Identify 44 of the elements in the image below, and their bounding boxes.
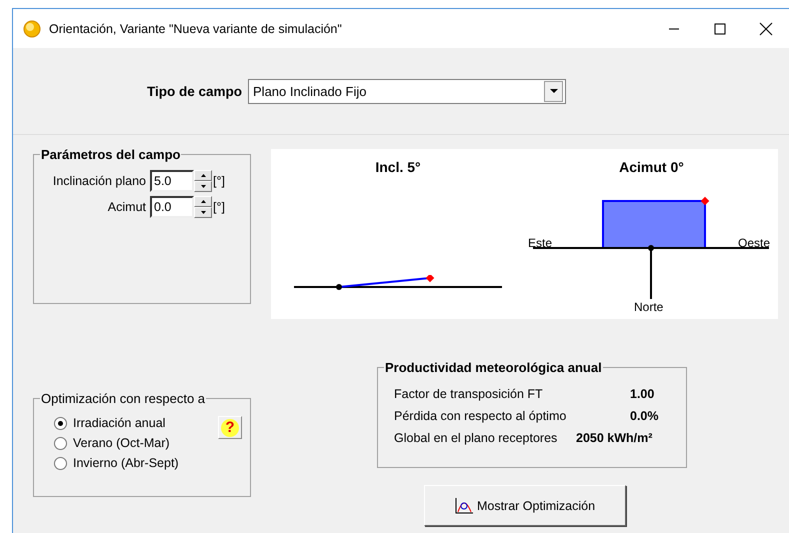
radio-button[interactable] [54, 416, 67, 430]
radio-label: Invierno (Abr-Sept) [73, 456, 179, 470]
metric-value: 0.0% [629, 409, 660, 423]
spin-up-button[interactable] [194, 196, 212, 207]
east-label: Este [528, 236, 552, 250]
close-icon [759, 22, 773, 36]
group-title: Optimización con respecto a [40, 391, 206, 406]
azimuth-title: Acimut 0° [619, 159, 684, 175]
parameter-field[interactable]: 5.0 [150, 170, 194, 192]
radio-button[interactable] [54, 456, 67, 470]
dropdown-arrow-icon [550, 89, 558, 93]
west-label: Oeste [738, 236, 770, 250]
field-type-label: Tipo de campo [147, 84, 242, 98]
metric-value: 2050 kWh/m² [576, 431, 654, 445]
metric-label: Pérdida con respecto al óptimo [394, 409, 568, 423]
north-label: Norte [634, 300, 664, 314]
group-title: Parámetros del campo [40, 147, 182, 162]
metric-label: Factor de transposición FT [394, 387, 544, 401]
parameter-label: Acimut [106, 200, 147, 214]
maximize-icon [714, 22, 726, 34]
field-type-dropdown[interactable]: Plano Inclinado Fijo [248, 78, 566, 104]
app-icon [23, 20, 41, 38]
group-title: Productividad meteorológica anual [384, 360, 603, 375]
window-title: Orientación, Variante "Nueva variante de simulación" [49, 22, 343, 36]
parameter-label: Inclinación plano [52, 174, 147, 188]
show-optimization-button[interactable]: Mostrar Optimización [424, 485, 626, 526]
down-arrow-icon [200, 185, 206, 188]
spin-up-button[interactable] [194, 170, 212, 181]
chart-icon [454, 498, 473, 514]
parameter-field[interactable]: 0.0 [150, 196, 194, 218]
spin-down-button[interactable] [194, 207, 212, 218]
help-button[interactable]: ? [218, 416, 242, 439]
down-arrow-icon [200, 211, 206, 214]
radio-label: Irradiación anual [73, 416, 166, 430]
tilt-title: Incl. 5° [375, 159, 421, 175]
up-arrow-icon [200, 200, 206, 203]
up-arrow-icon [200, 174, 206, 177]
radio-label: Verano (Oct-Mar) [73, 436, 170, 450]
metric-value: 1.00 [629, 387, 656, 401]
spin-down-button[interactable] [194, 181, 212, 192]
radio-button[interactable] [54, 436, 67, 450]
unit-label: [°] [212, 200, 226, 214]
metric-label: Global en el plano receptores [394, 431, 558, 445]
unit-label: [°] [212, 174, 226, 188]
